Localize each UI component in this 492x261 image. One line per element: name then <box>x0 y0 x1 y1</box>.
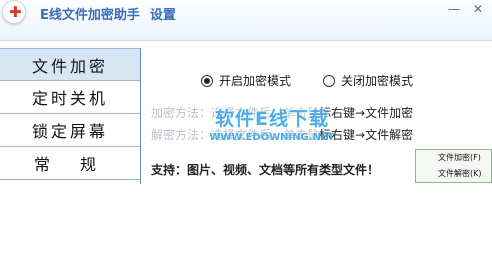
sidebar-item-label: 常规 <box>33 155 126 174</box>
sidebar-item-label: 锁定屏幕 <box>31 122 108 141</box>
encrypt-on-radio[interactable] <box>201 74 213 87</box>
close-icon: ✕ <box>472 2 484 16</box>
sidebar-item-timed-shutdown[interactable]: 定时关机 <box>0 81 140 114</box>
encrypt-hint: 加密方法：选择文件后，单击鼠标右键→文件加密 <box>151 104 413 121</box>
decrypt-hint-text: 标右键→文件解密 <box>319 128 414 142</box>
mode-selector: 开启加密模式 关闭加密模式 <box>201 72 445 89</box>
window-title: E线文件加密助手 设置 <box>40 4 176 23</box>
sidebar-item-file-encrypt[interactable]: 文件加密 <box>0 48 140 81</box>
app-title: E线文件加密助手 <box>40 8 140 23</box>
encrypt-hint-text: 标右键→文件加密 <box>319 106 414 120</box>
decrypt-hint-prefix: 解密方法：选择文件后，单击鼠 <box>151 128 320 142</box>
context-menu-decrypt[interactable]: 文件解密(K) <box>416 166 491 182</box>
title-bar: ✚ E线文件加密助手 设置 — ✕ <box>0 0 492 41</box>
settings-menu[interactable]: 设置 <box>150 8 176 23</box>
decrypt-hint: 解密方法：选择文件后，单击鼠标右键→文件解密 <box>151 126 413 143</box>
sidebar: 文件加密 定时关机 锁定屏幕 常规 <box>0 48 141 184</box>
minimize-icon: — <box>448 2 460 16</box>
app-icon[interactable]: ✚ <box>3 1 25 23</box>
sidebar-item-label: 定时关机 <box>31 89 108 108</box>
encrypt-off-radio[interactable] <box>323 74 336 87</box>
plus-icon: ✚ <box>9 3 22 21</box>
sidebar-item-lock-screen[interactable]: 锁定屏幕 <box>0 114 140 147</box>
encrypt-hint-prefix: 加密方法：选择文件后，单击鼠 <box>151 106 320 120</box>
context-menu-encrypt[interactable]: 文件加密(F) <box>416 150 491 166</box>
minimize-button[interactable]: — <box>443 2 465 16</box>
sidebar-item-general[interactable]: 常规 <box>0 147 140 180</box>
context-menu: 文件加密(F) 文件解密(K) <box>415 149 492 183</box>
encrypt-on-label[interactable]: 开启加密模式 <box>219 72 291 89</box>
sidebar-item-label: 文件加密 <box>31 56 108 76</box>
encrypt-off-label[interactable]: 关闭加密模式 <box>341 72 413 89</box>
close-button[interactable]: ✕ <box>467 2 489 16</box>
support-text: 支持：图片、视频、文档等所有类型文件！ <box>151 163 380 177</box>
